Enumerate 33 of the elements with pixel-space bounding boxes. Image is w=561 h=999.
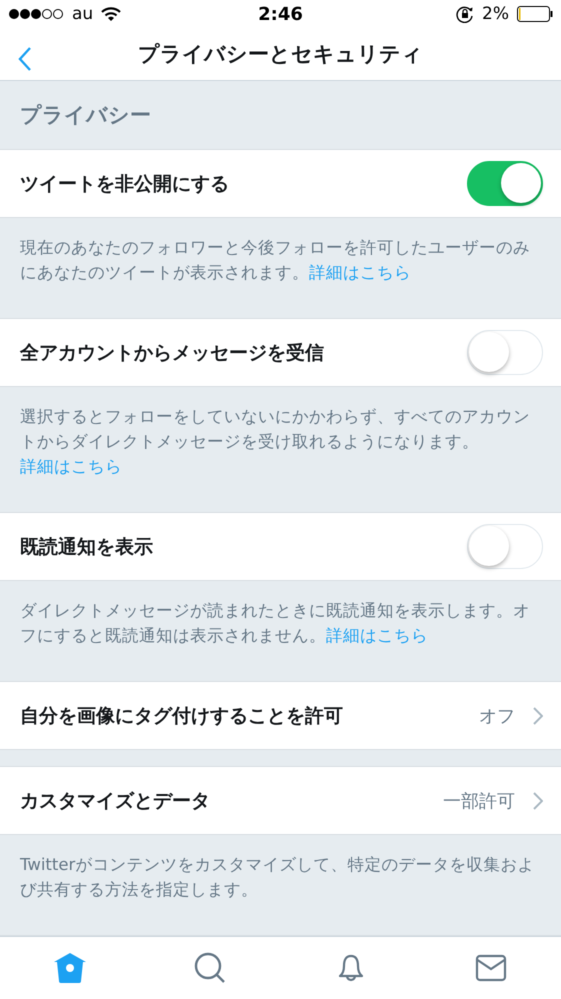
settings-row[interactable]: 既読通知を表示 [0, 513, 561, 582]
row-label: カスタマイズとデータ [20, 788, 210, 814]
clock: 2:46 [258, 4, 303, 25]
row-label: 既読通知を表示 [20, 534, 153, 560]
row-value: オフ [479, 704, 515, 728]
description: 選択するとフォローをしていないにかかわらず、すべてのアカウントからダイレクトメッセージを受け取れるようになります。 詳細はこちら [20, 406, 531, 478]
description: 現在のあなたのフォロワーと今後フォローを許可したユーザーのみにあなたのツイートが表示されます。詳細はこちら [20, 237, 531, 284]
page-title: プライバシーとセキュリティ [138, 41, 423, 68]
chevron-left-icon [18, 47, 32, 72]
rotation-lock-icon [456, 5, 474, 24]
row-label: 全アカウントからメッセージを受信 [20, 340, 324, 366]
settings-row[interactable]: カスタマイズとデータ 一部許可 [0, 767, 561, 836]
carrier-name: au [72, 4, 94, 24]
row-label: ツイートを非公開にする [20, 172, 229, 197]
settings-row[interactable]: 自分を画像にタグ付けすることを許可 オフ [0, 682, 561, 750]
settings-row[interactable]: 全アカウントからメッセージを受信 [0, 319, 561, 388]
chevron-right-icon [533, 706, 543, 725]
row-label: 自分を画像にタグ付けすることを許可 [20, 704, 343, 729]
section-header: プライバシー [20, 102, 151, 130]
description: ダイレクトメッセージが読まれたときに既読通知を表示します。オフにすると既読通知は表示されません。詳細はこちら [20, 600, 531, 648]
wifi-icon [101, 6, 122, 22]
search-icon[interactable] [194, 952, 226, 984]
chevron-right-icon [533, 792, 543, 810]
mail-icon[interactable] [474, 954, 507, 982]
toggle-switch[interactable] [467, 161, 543, 206]
description: Twitterがコンテンツをカスタマイズして、特定のデータを収集および共有する方法を指定します。 [20, 854, 536, 902]
signal-icon [8, 8, 64, 20]
home-icon[interactable] [53, 952, 88, 984]
back-button[interactable] [16, 45, 34, 74]
row-value: 一部許可 [443, 790, 515, 813]
battery-percent: 2% [482, 4, 509, 24]
battery-icon [517, 6, 553, 22]
settings-row[interactable]: ツイートを非公開にする [0, 150, 561, 218]
